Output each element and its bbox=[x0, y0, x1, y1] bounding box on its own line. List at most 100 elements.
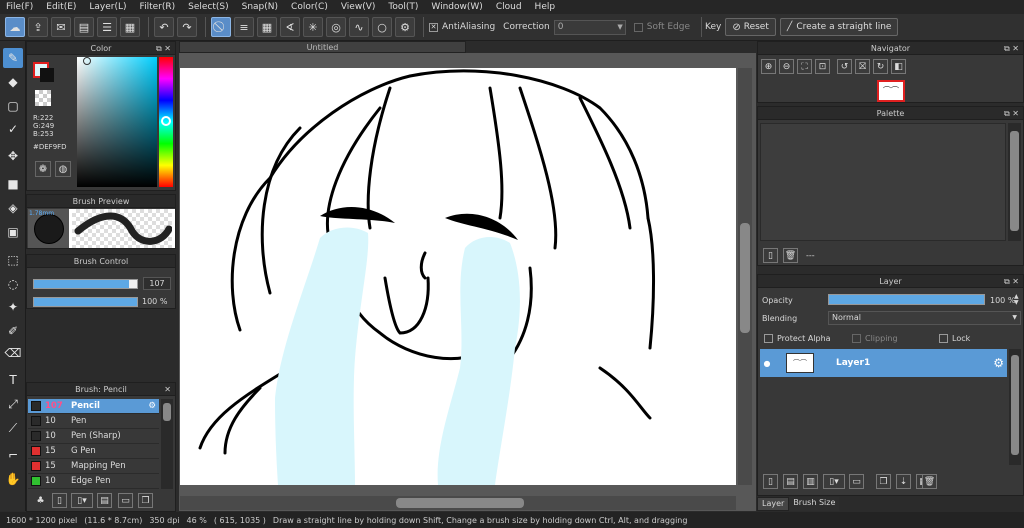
move-tool-icon[interactable]: ✥ bbox=[3, 146, 23, 166]
opacity-spin-icon[interactable]: ▲ ▼ bbox=[1014, 294, 1019, 306]
menu-tool[interactable]: Tool(T) bbox=[388, 2, 418, 12]
visibility-icon[interactable]: ● bbox=[760, 359, 774, 368]
menu-window[interactable]: Window(W) bbox=[431, 2, 482, 12]
antialiasing-checkbox[interactable]: ✕ bbox=[429, 22, 438, 32]
snap-curve-icon[interactable]: ∿ bbox=[349, 17, 369, 37]
new-brush-icon[interactable]: ▯ bbox=[52, 493, 67, 508]
fill-rect-tool-icon[interactable]: ■ bbox=[3, 174, 23, 194]
layers-icon[interactable]: ▤ bbox=[74, 17, 94, 37]
scrollbar-thumb[interactable] bbox=[396, 498, 524, 508]
actual-size-icon[interactable]: ⊡ bbox=[815, 59, 830, 74]
menu-color[interactable]: Color(C) bbox=[291, 2, 328, 12]
folder-icon[interactable]: ▭ bbox=[118, 493, 133, 508]
brush-opacity-slider[interactable] bbox=[33, 297, 138, 307]
snap-grid-icon[interactable]: ▦ bbox=[257, 17, 277, 37]
panel-close-icon[interactable]: ⧉ ✕ bbox=[1004, 107, 1019, 120]
operation-tool-icon[interactable]: ⤢ bbox=[3, 394, 23, 414]
cloud-icon[interactable]: ☁ bbox=[5, 17, 25, 37]
soft-edge-checkbox[interactable] bbox=[633, 22, 643, 32]
menu-filter[interactable]: Filter(R) bbox=[140, 2, 176, 12]
drawing-canvas[interactable] bbox=[180, 68, 736, 485]
rectangle-tool-icon[interactable]: ▢ bbox=[3, 96, 23, 116]
palette-area[interactable] bbox=[760, 123, 1006, 241]
zoom-out-icon[interactable]: ⊖ bbox=[779, 59, 794, 74]
fit-icon[interactable]: ⛶ bbox=[797, 59, 812, 74]
blending-select[interactable]: Normal ▼ bbox=[828, 311, 1021, 325]
redo-icon[interactable]: ↷ bbox=[177, 17, 197, 37]
horizontal-scrollbar[interactable] bbox=[180, 496, 736, 510]
check-tool-icon[interactable]: ✓ bbox=[3, 119, 23, 139]
brush-size-value[interactable]: 107 bbox=[143, 277, 171, 290]
menu-cloud[interactable]: Cloud bbox=[496, 2, 522, 12]
brush-item[interactable]: 10 Pen (Sharp) bbox=[28, 429, 159, 444]
add-layer-dropdown-icon[interactable]: ▯▾ bbox=[823, 474, 845, 489]
layer-folder-icon[interactable]: ▭ bbox=[849, 474, 864, 489]
transparent-swatch[interactable] bbox=[35, 90, 51, 106]
add-brush-dropdown-icon[interactable]: ▯▾ bbox=[71, 493, 93, 508]
flip-icon[interactable]: ◧ bbox=[891, 59, 906, 74]
panel-close-icon[interactable]: ⧉ ✕ bbox=[1004, 42, 1019, 55]
select-eraser-tool-icon[interactable]: ⌫ bbox=[3, 343, 23, 363]
delete-layer-icon[interactable]: 🗑 bbox=[922, 474, 937, 489]
cloud-brush-icon[interactable]: ♣ bbox=[33, 493, 48, 508]
settings-icon[interactable]: ⚙ bbox=[395, 17, 415, 37]
delete-palette-icon[interactable]: 🗑 bbox=[783, 248, 798, 263]
snap-off-icon[interactable]: ⃠ bbox=[211, 17, 231, 37]
saturation-value-field[interactable] bbox=[77, 57, 157, 187]
scrollbar-thumb[interactable] bbox=[1010, 131, 1019, 231]
menu-select[interactable]: Select(S) bbox=[188, 2, 229, 12]
new-layer-icon[interactable]: ▯ bbox=[763, 474, 778, 489]
menu-help[interactable]: Help bbox=[535, 2, 556, 12]
tab-brush-size[interactable]: Brush Size bbox=[789, 497, 840, 511]
canvas-tab[interactable]: Untitled bbox=[179, 41, 466, 53]
menu-file[interactable]: File(F) bbox=[6, 2, 33, 12]
zoom-in-icon[interactable]: ⊕ bbox=[761, 59, 776, 74]
new-palette-icon[interactable]: ▯ bbox=[763, 248, 778, 263]
layer-scrollbar[interactable] bbox=[1009, 349, 1021, 465]
panel-close-icon[interactable]: ⧉ ✕ bbox=[1004, 275, 1019, 288]
brush-tool-icon[interactable]: ✎ bbox=[3, 48, 23, 68]
new-halftone-layer-icon[interactable]: ▤ bbox=[783, 474, 798, 489]
vertical-scrollbar[interactable] bbox=[738, 68, 752, 485]
snap-ellipse-icon[interactable]: ○ bbox=[372, 17, 392, 37]
gradient-tool-icon[interactable]: ▣ bbox=[3, 222, 23, 242]
divide-tool-icon[interactable]: ⟋ bbox=[3, 418, 23, 438]
scrollbar-thumb[interactable] bbox=[163, 403, 171, 421]
bucket-tool-icon[interactable]: ◈ bbox=[3, 198, 23, 218]
duplicate-layer-icon[interactable]: ❐ bbox=[876, 474, 891, 489]
scrollbar-thumb[interactable] bbox=[740, 223, 750, 333]
panel-close-icon[interactable]: ⧉ ✕ bbox=[156, 42, 171, 55]
undo-icon[interactable]: ↶ bbox=[154, 17, 174, 37]
menu-snap[interactable]: Snap(N) bbox=[242, 2, 278, 12]
clipping-checkbox[interactable] bbox=[852, 334, 861, 343]
menu-edit[interactable]: Edit(E) bbox=[46, 2, 76, 12]
tab-layer[interactable]: Layer bbox=[757, 497, 790, 511]
share-icon[interactable]: ⇪ bbox=[28, 17, 48, 37]
brush-settings-doc-icon[interactable]: ▤ bbox=[97, 493, 112, 508]
rotate-left-icon[interactable]: ↺ bbox=[837, 59, 852, 74]
new-1bit-layer-icon[interactable]: ▥ bbox=[803, 474, 818, 489]
comment-icon[interactable]: ✉ bbox=[51, 17, 71, 37]
brush-item[interactable]: 15 G Pen bbox=[28, 444, 159, 459]
select-pen-tool-icon[interactable]: ✐ bbox=[3, 321, 23, 341]
magic-wand-tool-icon[interactable]: ✦ bbox=[3, 297, 23, 317]
snap-radial-icon[interactable]: ✳ bbox=[303, 17, 323, 37]
snap-circle-icon[interactable]: ◎ bbox=[326, 17, 346, 37]
brush-size-slider[interactable] bbox=[33, 279, 138, 289]
eraser-tool-icon[interactable]: ◆ bbox=[3, 72, 23, 92]
brush-item[interactable]: 10 Pen bbox=[28, 414, 159, 429]
scrollbar-thumb[interactable] bbox=[1011, 355, 1019, 455]
reset-view-icon[interactable]: ⛝ bbox=[855, 59, 870, 74]
brush-item[interactable]: 15 Mapping Pen bbox=[28, 459, 159, 474]
panel-close-icon[interactable]: ✕ bbox=[164, 383, 171, 396]
text-tool-icon[interactable]: T bbox=[3, 370, 23, 390]
brush-item[interactable]: 10 Edge Pen bbox=[28, 474, 159, 489]
navigator-thumbnail[interactable]: ⌒⌒ bbox=[877, 80, 905, 102]
brush-item[interactable]: 107 Pencil ⚙ bbox=[28, 399, 159, 414]
brush-settings-icon[interactable]: ⚙ bbox=[148, 401, 156, 411]
menu-view[interactable]: View(V) bbox=[341, 2, 376, 12]
rotate-right-icon[interactable]: ↻ bbox=[873, 59, 888, 74]
menu-list-icon[interactable]: ☰ bbox=[97, 17, 117, 37]
snap-parallel-icon[interactable]: ≡ bbox=[234, 17, 254, 37]
color-picker-icon[interactable]: ◍ bbox=[55, 161, 71, 177]
